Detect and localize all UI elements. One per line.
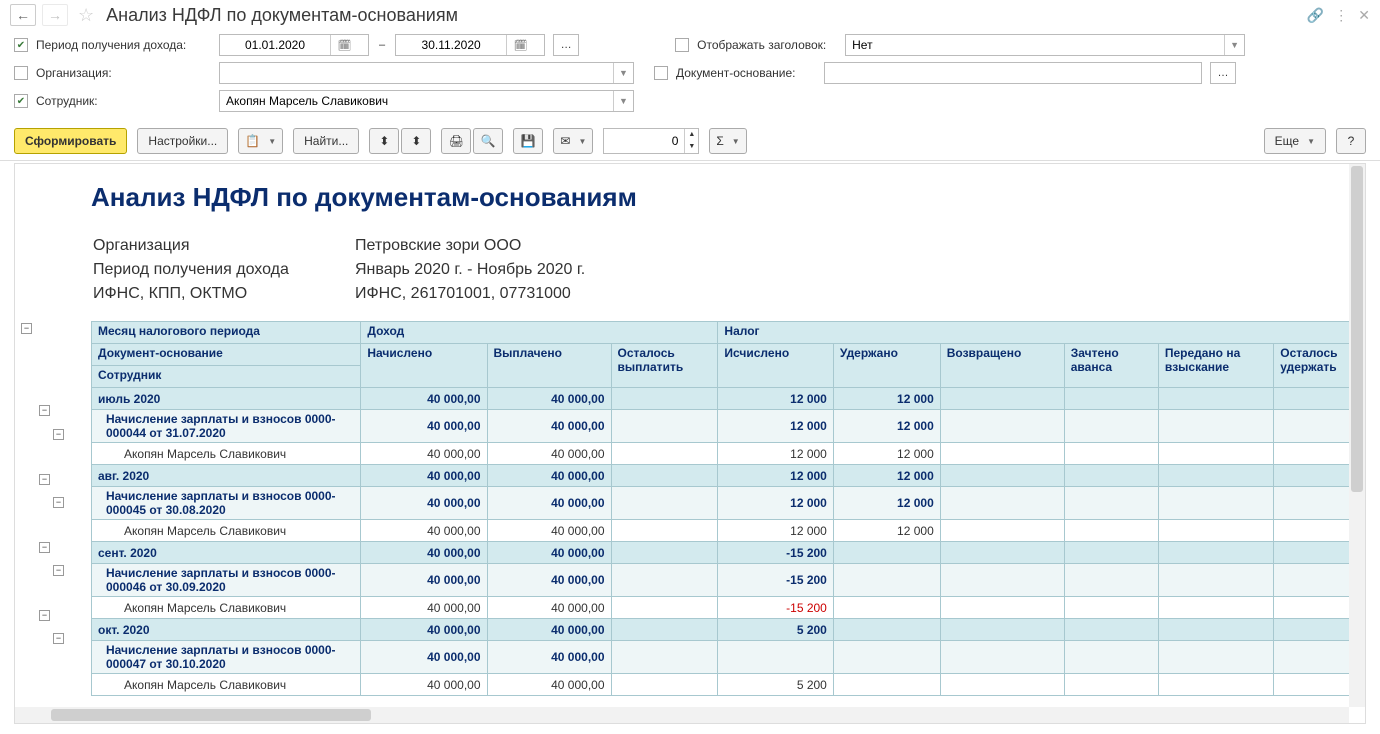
calendar-icon[interactable]: 🗓 xyxy=(330,35,358,55)
collapse-toggle[interactable]: − xyxy=(39,542,50,553)
sum-button[interactable]: Σ▼ xyxy=(709,128,746,154)
nav-back-button[interactable]: ← xyxy=(10,4,36,26)
col-income: Доход xyxy=(361,322,718,344)
number-input[interactable]: ▲▼ xyxy=(603,128,699,154)
col-calculated: Исчислено xyxy=(718,344,833,388)
org-checkbox[interactable] xyxy=(14,66,28,80)
table-row[interactable]: Начисление зарплаты и взносов 0000-00004… xyxy=(92,641,1366,674)
col-accrued: Начислено xyxy=(361,344,487,388)
scrollbar-vertical[interactable] xyxy=(1349,164,1365,707)
period-label: Период получения дохода: xyxy=(36,38,211,52)
table-row[interactable]: Начисление зарплаты и взносов 0000-00004… xyxy=(92,410,1366,443)
doc-basis-checkbox[interactable] xyxy=(654,66,668,80)
doc-basis-more-button[interactable]: … xyxy=(1210,62,1236,84)
table-row[interactable]: Акопян Марсель Славикович40 000,0040 000… xyxy=(92,443,1366,465)
show-header-select[interactable]: ▼ xyxy=(845,34,1245,56)
stepper-up[interactable]: ▲ xyxy=(684,129,698,141)
employee-checkbox[interactable] xyxy=(14,94,28,108)
toolbar: Сформировать Настройки... 📋▼ Найти... ⬍ … xyxy=(0,122,1380,161)
table-row[interactable]: Акопян Марсель Славикович40 000,0040 000… xyxy=(92,674,1366,696)
employee-label: Сотрудник: xyxy=(36,94,211,108)
collapse-toggle[interactable]: − xyxy=(53,497,64,508)
collapse-toggle[interactable]: − xyxy=(53,633,64,644)
page-title: Анализ НДФЛ по документам-основаниям xyxy=(106,5,458,26)
doc-basis-select[interactable] xyxy=(824,62,1202,84)
help-button[interactable]: ? xyxy=(1336,128,1366,154)
doc-basis-label: Документ-основание: xyxy=(676,66,816,80)
stepper-down[interactable]: ▼ xyxy=(684,141,698,153)
collapse-button[interactable]: ⬍ xyxy=(401,128,431,154)
col-recovery: Передано на взыскание xyxy=(1158,344,1273,388)
link-icon[interactable]: 🔗 xyxy=(1307,7,1324,24)
preview-button[interactable]: 🔍 xyxy=(473,128,503,154)
employee-select[interactable]: ▼ xyxy=(219,90,634,112)
expand-button[interactable]: ⬍ xyxy=(369,128,399,154)
report-scroll[interactable]: Анализ НДФЛ по документам-основаниям Орг… xyxy=(77,164,1365,723)
table-row[interactable]: авг. 202040 000,0040 000,0012 00012 000 xyxy=(92,465,1366,487)
period-more-button[interactable]: … xyxy=(553,34,579,56)
report-table: Месяц налогового периода Доход Налог Док… xyxy=(91,321,1365,696)
col-tax: Налог xyxy=(718,322,1365,344)
date-to-input[interactable]: 🗓 xyxy=(395,34,545,56)
scrollbar-horizontal[interactable] xyxy=(15,707,1349,723)
save-button[interactable]: 💾 xyxy=(513,128,543,154)
table-row[interactable]: сент. 202040 000,0040 000,00-15 200 xyxy=(92,542,1366,564)
col-paid: Выплачено xyxy=(487,344,611,388)
chevron-down-icon[interactable]: ▼ xyxy=(613,63,633,83)
filter-panel: Период получения дохода: 🗓 – 🗓 … Отображ… xyxy=(0,30,1380,122)
org-select[interactable]: ▼ xyxy=(219,62,634,84)
paste-button[interactable]: 📋▼ xyxy=(238,128,283,154)
table-row[interactable]: Начисление зарплаты и взносов 0000-00004… xyxy=(92,487,1366,520)
generate-button[interactable]: Сформировать xyxy=(14,128,127,154)
titlebar: ← → ☆ Анализ НДФЛ по документам-основани… xyxy=(0,0,1380,30)
table-row[interactable]: Начисление зарплаты и взносов 0000-00004… xyxy=(92,564,1366,597)
mail-button[interactable]: ✉▼ xyxy=(553,128,593,154)
report-viewport: − − − − − − − − − Анализ НДФЛ по докумен… xyxy=(14,163,1366,724)
table-row[interactable]: Акопян Марсель Славикович40 000,0040 000… xyxy=(92,520,1366,542)
org-label: Организация: xyxy=(36,66,211,80)
date-from-input[interactable]: 🗓 xyxy=(219,34,369,56)
table-row[interactable]: июль 202040 000,0040 000,0012 00012 000 xyxy=(92,388,1366,410)
col-remain-pay: Осталось выплатить xyxy=(611,344,718,388)
show-header-label: Отображать заголовок: xyxy=(697,38,837,52)
report-meta: ОрганизацияПетровские зори ООО Период по… xyxy=(91,233,587,307)
outline-gutter: − − − − − − − − − xyxy=(15,164,77,723)
more-button[interactable]: Еще▼ xyxy=(1264,128,1326,154)
period-checkbox[interactable] xyxy=(14,38,28,52)
col-doc: Документ-основание xyxy=(92,344,361,366)
print-button[interactable]: 🖨 xyxy=(441,128,471,154)
find-button[interactable]: Найти... xyxy=(293,128,359,154)
collapse-toggle[interactable]: − xyxy=(53,429,64,440)
col-returned: Возвращено xyxy=(940,344,1064,388)
table-row[interactable]: окт. 202040 000,0040 000,005 200 xyxy=(92,619,1366,641)
collapse-toggle[interactable]: − xyxy=(53,565,64,576)
kebab-icon[interactable]: ⋮ xyxy=(1334,7,1348,24)
col-employee: Сотрудник xyxy=(92,366,361,388)
chevron-down-icon[interactable]: ▼ xyxy=(613,91,633,111)
favorite-icon[interactable]: ☆ xyxy=(78,5,94,26)
chevron-down-icon[interactable]: ▼ xyxy=(1224,35,1244,55)
collapse-toggle[interactable]: − xyxy=(39,405,50,416)
report-title: Анализ НДФЛ по документам-основаниям xyxy=(91,182,1365,213)
settings-button[interactable]: Настройки... xyxy=(137,128,228,154)
col-withheld: Удержано xyxy=(833,344,940,388)
nav-forward-button[interactable]: → xyxy=(42,4,68,26)
calendar-icon[interactable]: 🗓 xyxy=(506,35,534,55)
collapse-toggle[interactable]: − xyxy=(39,610,50,621)
close-icon[interactable]: ✕ xyxy=(1358,7,1370,24)
collapse-toggle[interactable]: − xyxy=(21,323,32,334)
show-header-checkbox[interactable] xyxy=(675,38,689,52)
col-offset: Зачтено аванса xyxy=(1064,344,1158,388)
col-month: Месяц налогового периода xyxy=(92,322,361,344)
table-row[interactable]: Акопян Марсель Славикович40 000,0040 000… xyxy=(92,597,1366,619)
collapse-toggle[interactable]: − xyxy=(39,474,50,485)
